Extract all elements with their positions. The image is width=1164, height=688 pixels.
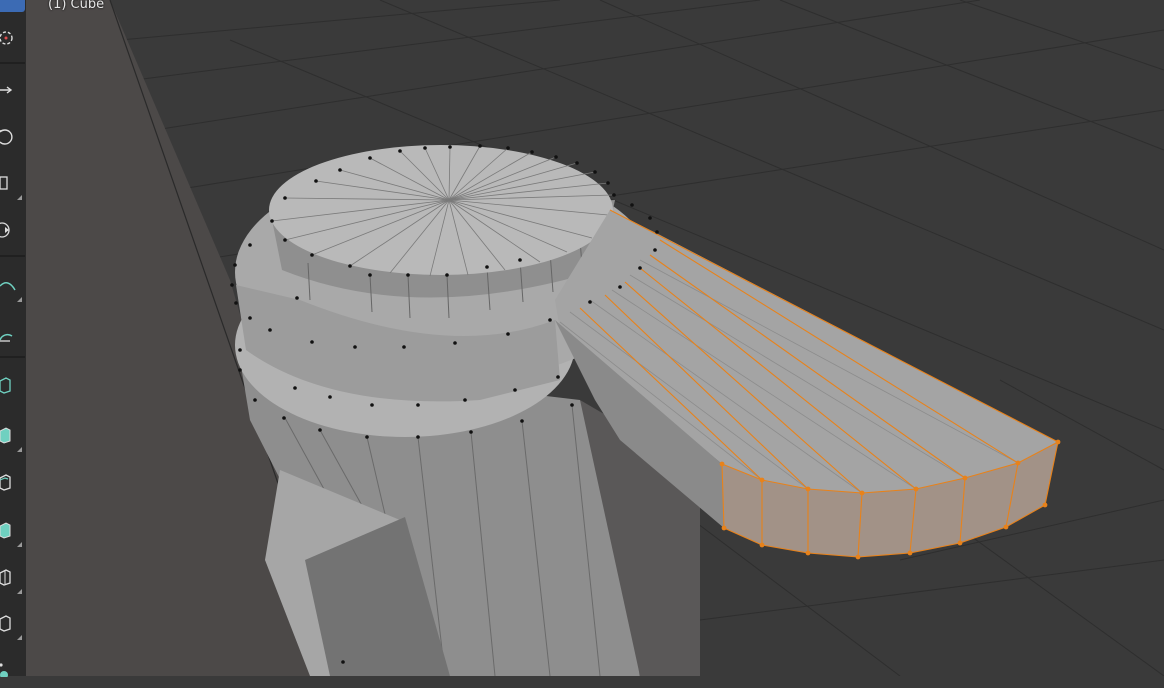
- active-tool-indicator: [0, 0, 25, 12]
- poly-build-tool[interactable]: [0, 648, 25, 688]
- tool-separator: [0, 62, 25, 64]
- tool-shelf: [0, 0, 26, 677]
- bevel-icon: [0, 522, 11, 539]
- rotate-icon: [0, 129, 13, 145]
- add-cube-tool[interactable]: [0, 365, 25, 405]
- tool-submenu-corner: [17, 589, 22, 594]
- cursor-icon: [0, 31, 13, 45]
- loop-cut-icon: [0, 569, 11, 586]
- knife-icon: [0, 615, 11, 632]
- object-name-label: (1) Cube: [48, 0, 105, 12]
- tool-submenu-corner: [17, 195, 22, 200]
- inset-icon: [0, 474, 11, 491]
- inset-tool[interactable]: [0, 462, 25, 502]
- viewport-scene[interactable]: [0, 0, 1164, 676]
- 3d-viewport[interactable]: (1) Cube: [0, 0, 1164, 676]
- poly-build-icon: [0, 663, 8, 677]
- measure-icon: [0, 333, 13, 342]
- knife-tool[interactable]: [0, 603, 25, 643]
- add-cube-icon: [0, 377, 11, 394]
- tool-separator: [0, 255, 25, 257]
- annotate-tool[interactable]: [0, 265, 25, 305]
- extrude-tool[interactable]: [0, 415, 25, 455]
- move-tool[interactable]: [0, 70, 25, 110]
- measure-tool[interactable]: [0, 315, 25, 355]
- bevel-tool[interactable]: [0, 510, 25, 550]
- tool-submenu-corner: [17, 447, 22, 452]
- scale-icon: [0, 176, 8, 190]
- transform-tool[interactable]: [0, 210, 25, 250]
- annotate-icon: [0, 282, 16, 291]
- rotate-tool[interactable]: [0, 117, 25, 157]
- scale-tool[interactable]: [0, 163, 25, 203]
- tool-submenu-corner: [17, 635, 22, 640]
- tool-submenu-corner: [17, 542, 22, 547]
- tool-separator: [0, 356, 25, 358]
- transform-icon: [0, 222, 10, 238]
- extrude-icon: [0, 427, 11, 444]
- tool-submenu-corner: [17, 297, 22, 302]
- cursor-tool[interactable]: [0, 18, 25, 58]
- loop-cut-tool[interactable]: [0, 557, 25, 597]
- move-icon: [0, 86, 13, 94]
